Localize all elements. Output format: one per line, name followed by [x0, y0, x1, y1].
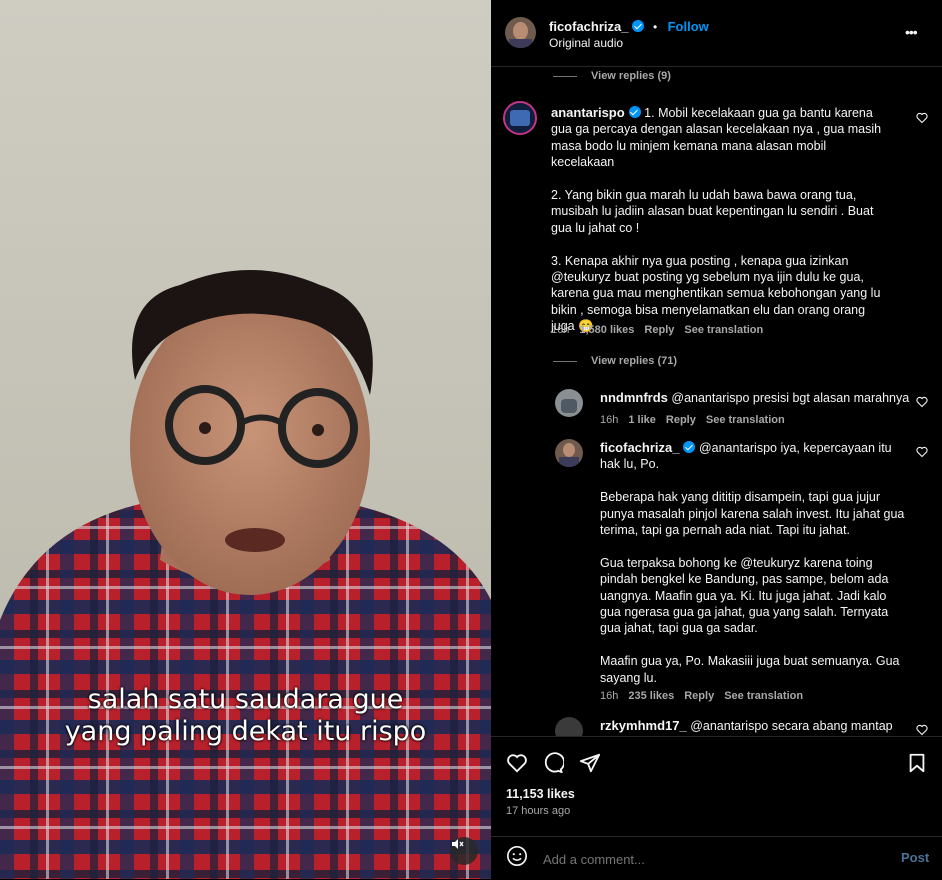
view-replies-top[interactable]: View replies (9): [553, 70, 671, 82]
reply-text: @anantarispo iya, kepercayaan itu hak lu…: [600, 441, 905, 685]
heart-icon[interactable]: [916, 446, 928, 458]
heart-icon[interactable]: [916, 724, 928, 736]
reply-text: @anantarispo secara abang mantap: [690, 719, 893, 733]
reply-comment: rzkymhmd17_ @anantarispo secara abang ma…: [600, 718, 910, 734]
comment-time: 16h: [600, 414, 619, 426]
main-comment-username[interactable]: anantarispo: [551, 105, 625, 120]
post-button[interactable]: Post: [901, 850, 929, 865]
main-comment-meta: 16h 1,580 likes Reply See translation: [551, 324, 773, 336]
mute-icon: [452, 839, 464, 849]
comment-likes[interactable]: 235 likes: [628, 690, 674, 702]
post-header: ficofachriza_ • Follow Original audio ••…: [491, 0, 942, 67]
author-avatar[interactable]: [505, 17, 536, 48]
comment-likes[interactable]: 1,580 likes: [579, 324, 634, 336]
main-comment: anantarispo 1. Mobil kecelakaan gua ga b…: [551, 105, 891, 335]
mute-button[interactable]: [450, 837, 478, 865]
see-translation-link[interactable]: See translation: [706, 414, 785, 426]
view-replies-label: View replies (71): [591, 355, 678, 367]
comment-input[interactable]: [541, 847, 875, 871]
author-username[interactable]: ficofachriza_: [549, 19, 628, 34]
reply-button[interactable]: Reply: [666, 414, 696, 426]
post-actions: 11,153 likes 17 hours ago: [491, 736, 942, 837]
reply-username[interactable]: nndmnfrds: [600, 390, 668, 405]
video-caption-line2: yang paling dekat itu rispo: [64, 716, 427, 747]
video-player[interactable]: salah satu saudara gue yang paling dekat…: [0, 0, 491, 879]
comments-list[interactable]: View replies (9) anantarispo 1. Mobil ke…: [491, 66, 942, 736]
see-translation-link[interactable]: See translation: [724, 690, 803, 702]
audio-label[interactable]: Original audio: [549, 36, 623, 50]
comment-icon[interactable]: [542, 752, 564, 774]
commenter-avatar[interactable]: [503, 101, 537, 135]
reply-username[interactable]: rzkymhmd17_: [600, 718, 687, 733]
see-translation-link[interactable]: See translation: [684, 324, 763, 336]
reply-meta: 16h 1 like Reply See translation: [600, 414, 795, 426]
likes-count[interactable]: 11,153 likes: [506, 787, 575, 801]
reply-meta: 16h 235 likes Reply See translation: [600, 690, 813, 702]
reply-comment: nndmnfrds @anantarispo presisi bgt alasa…: [600, 390, 910, 406]
heart-icon[interactable]: [916, 112, 928, 124]
video-caption-line1: salah satu saudara gue: [87, 684, 404, 715]
post-time: 17 hours ago: [506, 805, 571, 817]
emoji-icon[interactable]: [506, 845, 528, 867]
heart-icon[interactable]: [506, 752, 528, 774]
reply-username[interactable]: ficofachriza_: [600, 440, 679, 455]
save-icon[interactable]: [906, 752, 928, 774]
main-comment-text: 1. Mobil kecelakaan gua ga bantu karena …: [551, 106, 882, 334]
comment-time: 16h: [551, 324, 570, 336]
verified-icon: [628, 106, 641, 118]
view-replies-main[interactable]: View replies (71): [553, 355, 677, 367]
reply-avatar[interactable]: [555, 439, 583, 467]
view-replies-label: View replies (9): [591, 70, 671, 82]
follow-button[interactable]: Follow: [668, 19, 709, 34]
share-icon[interactable]: [579, 752, 601, 774]
reply-button[interactable]: Reply: [684, 690, 714, 702]
reply-button[interactable]: Reply: [644, 324, 674, 336]
reply-avatar[interactable]: [555, 389, 583, 417]
header-separator: •: [652, 20, 658, 34]
more-icon[interactable]: •••: [905, 24, 918, 40]
reply-avatar[interactable]: [555, 717, 583, 736]
comment-time: 16h: [600, 690, 619, 702]
add-comment-bar: Post: [491, 836, 942, 880]
verified-icon: [683, 441, 696, 453]
heart-icon[interactable]: [916, 396, 928, 408]
reply-comment: ficofachriza_ @anantarispo iya, kepercay…: [600, 440, 910, 686]
comment-likes[interactable]: 1 like: [628, 414, 656, 426]
reply-text: @anantarispo presisi bgt alasan marahnya: [671, 391, 910, 405]
post-panel: ficofachriza_ • Follow Original audio ••…: [491, 0, 942, 879]
verified-icon: [632, 20, 645, 32]
